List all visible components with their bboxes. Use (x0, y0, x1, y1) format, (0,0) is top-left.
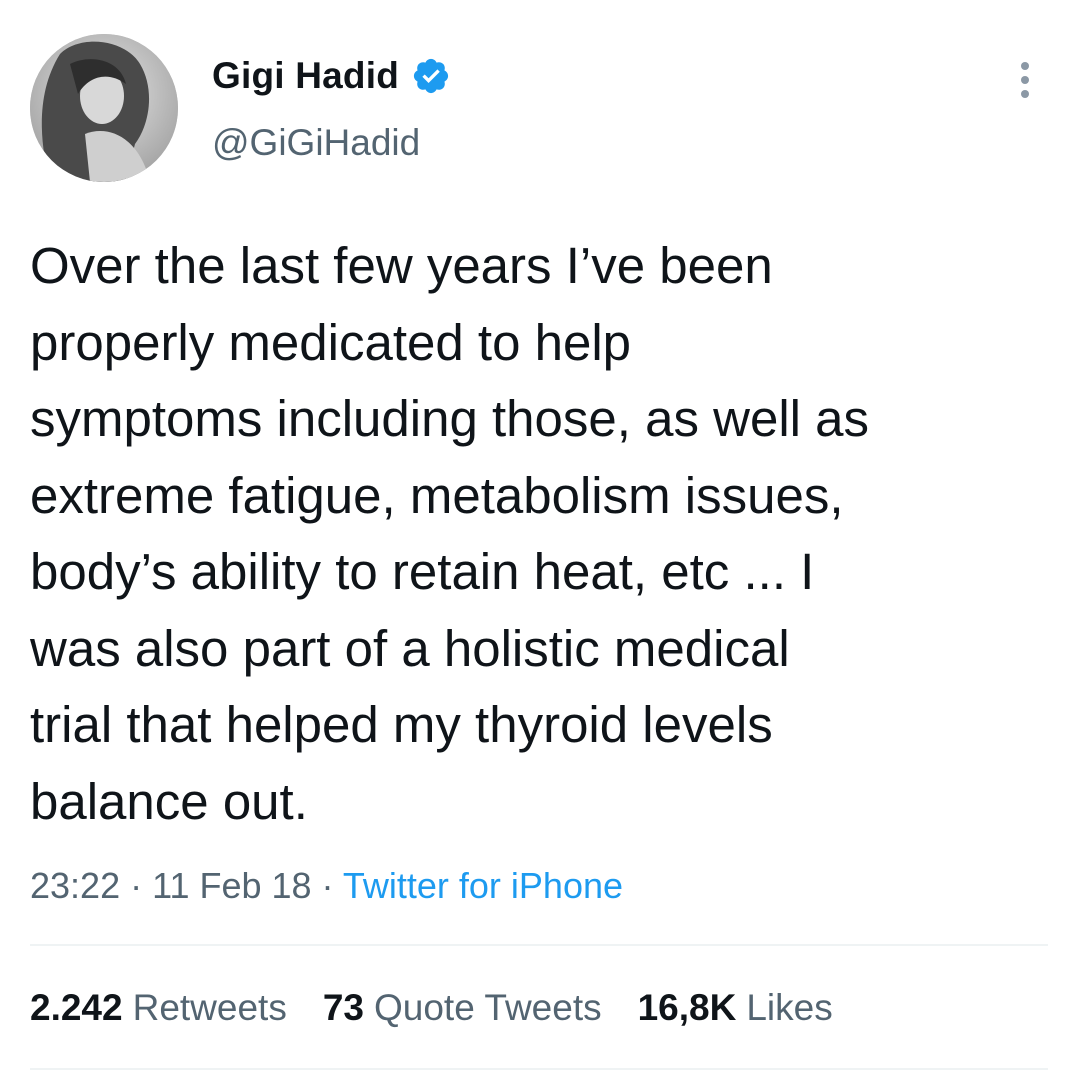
quote-tweets-count: 73 (322, 987, 364, 1028)
author-name-row: Gigi Hadid (212, 52, 451, 100)
tweet-text: Over the last few years I’ve been proper… (30, 237, 870, 830)
retweets-count: 2.242 (30, 987, 123, 1028)
likes-count: 16,8K (637, 987, 737, 1028)
tweet-date[interactable]: 11 Feb 18 (152, 865, 311, 906)
divider (30, 1068, 1048, 1070)
divider (30, 944, 1048, 946)
likes-label: Likes (746, 987, 833, 1028)
avatar-photo (30, 34, 178, 182)
quote-tweets-label: Quote Tweets (373, 987, 602, 1028)
author-display-name[interactable]: Gigi Hadid (212, 55, 399, 97)
likes-stat[interactable]: 16,8K Likes (638, 987, 833, 1029)
verified-badge-icon (411, 56, 451, 96)
retweets-stat[interactable]: 2.242 Retweets (30, 987, 287, 1029)
avatar[interactable] (30, 34, 178, 182)
quote-tweets-stat[interactable]: 73 Quote Tweets (323, 987, 602, 1029)
retweets-label: Retweets (132, 987, 287, 1028)
meta-separator: · (311, 865, 343, 906)
tweet-time[interactable]: 23:22 (30, 865, 120, 906)
tweet-stats: 2.242 Retweets 73 Quote Tweets 16,8K Likes (30, 987, 869, 1029)
meta-separator: · (120, 865, 153, 906)
author-handle[interactable]: @GiGiHadid (212, 122, 420, 164)
tweet-source-link[interactable]: Twitter for iPhone (343, 865, 623, 906)
tweet-card: Gigi Hadid @GiGiHadid Over the last few … (0, 0, 1080, 1075)
more-options-icon[interactable] (1010, 60, 1040, 100)
tweet-meta: 23:22 · 11 Feb 18 · Twitter for iPhone (30, 865, 623, 907)
